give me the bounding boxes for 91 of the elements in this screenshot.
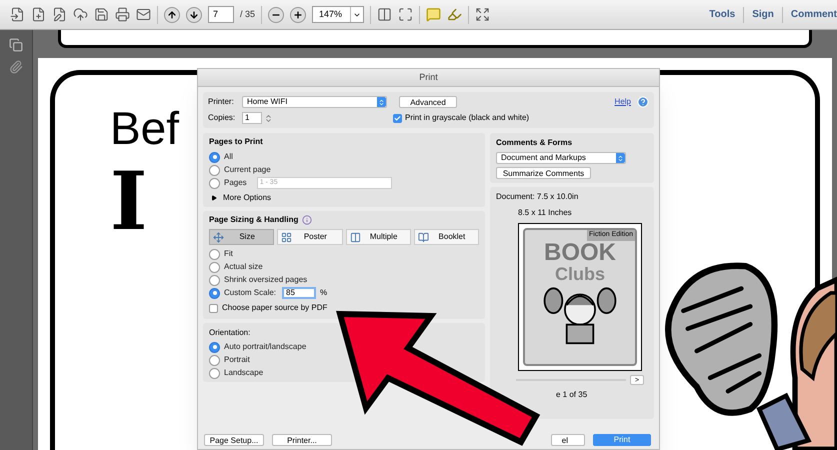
arrow-up-button[interactable]: [164, 6, 180, 22]
radio-button[interactable]: [209, 342, 220, 352]
info-icon[interactable]: [302, 215, 312, 225]
radio-button[interactable]: [209, 288, 220, 298]
comment-icon[interactable]: [426, 7, 442, 22]
save-icon[interactable]: [94, 7, 109, 22]
cover-subtitle: Clubs: [554, 264, 605, 282]
section-title: Page Sizing & Handling: [209, 214, 298, 226]
sizing-tab[interactable]: Size: [209, 229, 274, 245]
section-title: Orientation:: [209, 327, 252, 339]
document-plus-icon[interactable]: [31, 7, 46, 22]
radio-button[interactable]: [209, 152, 220, 162]
document-edit-icon[interactable]: [52, 7, 67, 22]
radio-button[interactable]: [209, 354, 220, 366]
radio-label: Fit: [224, 248, 233, 260]
dialog-title: Print: [198, 69, 659, 87]
page-total: / 35: [240, 8, 256, 21]
disclosure-triangle-icon[interactable]: [211, 195, 217, 201]
radio-label: Current page: [224, 164, 271, 176]
print-icon[interactable]: [115, 7, 130, 22]
toolbar-link[interactable]: Tools: [709, 7, 736, 22]
arrow-down-button[interactable]: [186, 6, 202, 22]
radio-label: Landscape: [224, 367, 264, 379]
section-title: Comments & Forms: [496, 137, 574, 149]
document-size: Document: 7.5 x 10.0in: [496, 191, 580, 203]
document-big-letter: I: [110, 161, 148, 241]
radio-button[interactable]: [209, 274, 220, 286]
more-options-toggle[interactable]: More Options: [223, 192, 272, 204]
copies-field[interactable]: 1: [242, 112, 262, 124]
radio-button[interactable]: [209, 248, 220, 260]
scale-field[interactable]: 85: [282, 287, 316, 299]
help-link[interactable]: Help: [614, 96, 631, 108]
radio-label: Pages: [224, 177, 247, 189]
radio-label: Shrink oversized pages: [224, 274, 308, 286]
columns-icon: [350, 232, 360, 242]
arrows-icon: [213, 232, 224, 242]
arrow-down-icon: [189, 10, 199, 20]
help-icon[interactable]: [637, 96, 649, 108]
stepper-icon: [378, 98, 385, 106]
document-heading: Bef: [110, 105, 180, 151]
comments-dropdown[interactable]: Document and Markups: [496, 152, 626, 164]
radio-button[interactable]: [209, 368, 220, 378]
grid-icon: [281, 232, 292, 242]
percent-label: %: [320, 287, 328, 299]
radio-label: All: [224, 151, 233, 163]
stepper-icon[interactable]: [264, 114, 273, 122]
page-counter: e 1 of 35: [555, 389, 588, 401]
zoom-in-button[interactable]: [290, 6, 306, 22]
radio-label: Actual size: [224, 261, 263, 273]
printer-dropdown[interactable]: Home WIFI: [242, 96, 387, 108]
zoom-dropdown[interactable]: 147%: [312, 6, 364, 23]
paper-size: 8.5 x 11 Inches: [517, 207, 573, 219]
expand-icon[interactable]: [475, 7, 490, 22]
advanced-button[interactable]: Advanced: [399, 96, 457, 108]
paper-source-checkbox[interactable]: [209, 304, 218, 312]
cover-title: BOOK: [544, 240, 616, 264]
zoom-out-button[interactable]: [268, 6, 284, 22]
highlighter-icon[interactable]: [447, 7, 462, 22]
sizing-tab[interactable]: Poster: [277, 229, 342, 245]
radio-label: Custom Scale:: [224, 287, 276, 299]
fit-page-icon[interactable]: [398, 7, 414, 22]
radio-button[interactable]: [209, 262, 220, 272]
pages-icon[interactable]: [9, 38, 23, 52]
toolbar-link[interactable]: Sign: [752, 7, 774, 22]
page-view-icon[interactable]: [377, 7, 392, 22]
paperclip-icon[interactable]: [9, 60, 23, 74]
plus-icon: [293, 10, 304, 20]
book-icon: [418, 232, 429, 242]
sizing-tab[interactable]: Multiple: [346, 229, 411, 245]
sizing-tab[interactable]: Booklet: [414, 229, 479, 245]
section-title: Pages to Print: [209, 136, 264, 148]
cloud-upload-icon[interactable]: [73, 7, 88, 22]
page-setup-button[interactable]: Page Setup...: [204, 434, 264, 446]
radio-button[interactable]: [209, 164, 220, 176]
grayscale-checkbox[interactable]: [393, 114, 402, 122]
radio-label: Portrait: [224, 354, 250, 366]
page-number-field[interactable]: 7: [208, 6, 234, 23]
stepper-icon: [617, 154, 624, 162]
summarize-comments-button[interactable]: Summarize Comments: [496, 167, 591, 179]
printer-button[interactable]: Printer...: [272, 434, 332, 446]
mail-icon[interactable]: [136, 7, 151, 22]
copies-label: Copies:: [208, 112, 236, 124]
grayscale-label: Print in grayscale (black and white): [405, 112, 530, 124]
cancel-button[interactable]: el: [551, 434, 585, 446]
document-icon[interactable]: [10, 7, 25, 22]
paper-source-label: Choose paper source by PDF: [222, 302, 328, 314]
radio-button[interactable]: [209, 178, 220, 188]
toolbar-link[interactable]: Comment: [790, 7, 837, 22]
printer-label: Printer:: [208, 96, 235, 108]
radio-label: Auto portrait/landscape: [224, 341, 306, 353]
arrow-up-icon: [167, 10, 177, 20]
